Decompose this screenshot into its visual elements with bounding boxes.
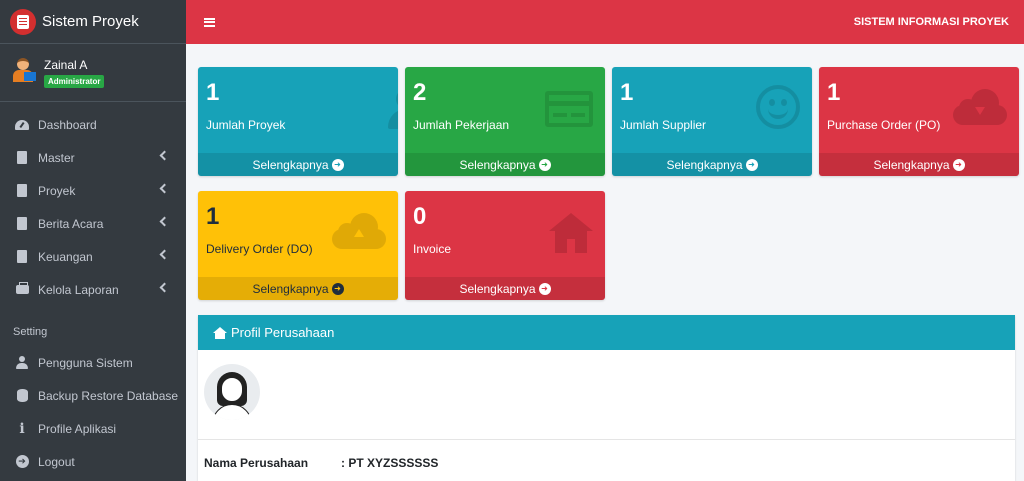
company-name-value: : PT XYZSSSSSS bbox=[341, 456, 439, 470]
sidebar-item-master[interactable]: Master bbox=[0, 141, 186, 174]
company-avatar bbox=[204, 364, 260, 420]
card-header: Profil Perusahaan bbox=[198, 315, 1015, 350]
box-value: 1 bbox=[827, 79, 841, 106]
arrow-circle-right-icon: ➜ bbox=[538, 282, 551, 295]
sidebar-item-label: Profile Aplikasi bbox=[38, 421, 117, 436]
sidebar-item-label: Dashboard bbox=[38, 117, 97, 132]
user-icon bbox=[15, 356, 29, 370]
box-label: Jumlah Pekerjaan bbox=[413, 118, 510, 132]
sidebar-item-berita-acara[interactable]: Berita Acara bbox=[0, 207, 186, 240]
arrow-circle-right-icon: ➜ bbox=[331, 282, 344, 295]
logout-icon: ➔ bbox=[15, 455, 29, 469]
box-jumlah-pekerjaan: 2 Jumlah Pekerjaan Selengkapnya ➜ bbox=[405, 67, 605, 176]
chevron-left-icon bbox=[159, 249, 170, 260]
card-title: Profil Perusahaan bbox=[231, 325, 335, 340]
more-link[interactable]: Selengkapnya ➜ bbox=[405, 153, 605, 176]
dashboard-icon bbox=[15, 118, 29, 132]
avatar bbox=[10, 56, 36, 82]
box-label: Delivery Order (DO) bbox=[206, 242, 313, 256]
sidebar-item-kelola-laporan[interactable]: Kelola Laporan bbox=[0, 273, 186, 306]
chevron-left-icon bbox=[159, 216, 170, 227]
smile-icon bbox=[756, 85, 800, 129]
more-label: Selengkapnya bbox=[873, 157, 950, 172]
arrow-circle-right-icon: ➜ bbox=[952, 158, 965, 171]
sidebar-item-logout[interactable]: ➔ Logout bbox=[0, 445, 186, 478]
box-label: Jumlah Supplier bbox=[620, 118, 707, 132]
brand-title: Sistem Proyek bbox=[42, 13, 139, 30]
box-label: Purchase Order (PO) bbox=[827, 118, 941, 132]
sidebar-nav: Dashboard Master Proyek Berita Acara Keu… bbox=[0, 102, 186, 306]
sidebar-item-label: Logout bbox=[38, 454, 75, 469]
sidebar: Sistem Proyek Zainal A Administrator Das… bbox=[0, 0, 186, 481]
box-jumlah-proyek: 1 Jumlah Proyek Selengkapnya ➜ bbox=[198, 67, 398, 176]
more-link[interactable]: Selengkapnya ➜ bbox=[198, 277, 398, 300]
divider bbox=[198, 439, 1015, 440]
credit-card-icon bbox=[545, 91, 593, 127]
box-jumlah-supplier: 1 Jumlah Supplier Selengkapnya ➜ bbox=[612, 67, 812, 176]
sidebar-item-proyek[interactable]: Proyek bbox=[0, 174, 186, 207]
sidebar-item-label: Keuangan bbox=[38, 249, 93, 264]
sidebar-item-label: Pengguna Sistem bbox=[38, 355, 133, 370]
user-panel: Zainal A Administrator bbox=[0, 44, 186, 102]
file-icon bbox=[15, 151, 29, 165]
chevron-left-icon bbox=[159, 183, 170, 194]
more-link[interactable]: Selengkapnya ➜ bbox=[405, 277, 605, 300]
file-icon bbox=[15, 217, 29, 231]
arrow-circle-right-icon: ➜ bbox=[331, 158, 344, 171]
sidebar-item-profile-aplikasi[interactable]: i Profile Aplikasi bbox=[0, 412, 186, 445]
box-label: Invoice bbox=[413, 242, 452, 256]
more-label: Selengkapnya bbox=[252, 157, 329, 172]
sidebar-item-backup-restore[interactable]: Backup Restore Database bbox=[0, 379, 186, 412]
sidebar-item-label: Kelola Laporan bbox=[38, 282, 119, 297]
brand[interactable]: Sistem Proyek bbox=[0, 0, 186, 44]
sidebar-setting-nav: Pengguna Sistem Backup Restore Database … bbox=[0, 346, 186, 478]
box-value: 1 bbox=[620, 79, 634, 106]
company-profile-card: Profil Perusahaan Nama Perusahaan : PT X… bbox=[198, 315, 1015, 481]
sidebar-item-pengguna-sistem[interactable]: Pengguna Sistem bbox=[0, 346, 186, 379]
home-icon bbox=[213, 326, 227, 339]
file-icon bbox=[15, 184, 29, 198]
company-name-label: Nama Perusahaan bbox=[204, 456, 309, 470]
chevron-left-icon bbox=[159, 282, 170, 293]
sidebar-item-label: Proyek bbox=[38, 183, 76, 198]
role-badge: Administrator bbox=[44, 75, 105, 88]
nav-header-setting: Setting bbox=[13, 326, 48, 338]
box-invoice: 0 Invoice Selengkapnya ➜ bbox=[405, 191, 605, 300]
more-label: Selengkapnya bbox=[459, 281, 536, 296]
app-title: SISTEM INFORMASI PROYEK bbox=[853, 16, 1009, 28]
print-icon bbox=[15, 282, 29, 297]
cloud-download-icon bbox=[953, 87, 1007, 127]
sidebar-item-keuangan[interactable]: Keuangan bbox=[0, 240, 186, 273]
info-icon: i bbox=[19, 420, 25, 437]
box-value: 1 bbox=[206, 79, 220, 106]
sidebar-item-dashboard[interactable]: Dashboard bbox=[0, 108, 186, 141]
sidebar-item-label: Master bbox=[38, 150, 75, 165]
sidebar-item-label: Berita Acara bbox=[38, 216, 104, 231]
more-label: Selengkapnya bbox=[666, 157, 743, 172]
sidebar-item-label: Backup Restore Database bbox=[38, 388, 179, 403]
more-link[interactable]: Selengkapnya ➜ bbox=[612, 153, 812, 176]
chevron-left-icon bbox=[159, 150, 170, 161]
arrow-circle-right-icon: ➜ bbox=[538, 158, 551, 171]
more-label: Selengkapnya bbox=[459, 157, 536, 172]
box-delivery-order: 1 Delivery Order (DO) Selengkapnya ➜ bbox=[198, 191, 398, 300]
brand-logo-icon bbox=[10, 8, 36, 35]
home-icon bbox=[549, 213, 593, 255]
user-name[interactable]: Zainal A bbox=[44, 58, 104, 72]
more-label: Selengkapnya bbox=[252, 281, 329, 296]
topbar: SISTEM INFORMASI PROYEK bbox=[186, 0, 1024, 44]
box-purchase-order: 1 Purchase Order (PO) Selengkapnya ➜ bbox=[819, 67, 1019, 176]
database-icon bbox=[15, 389, 29, 403]
arrow-circle-right-icon: ➜ bbox=[745, 158, 758, 171]
box-value: 2 bbox=[413, 79, 427, 106]
file-icon bbox=[15, 250, 29, 264]
menu-toggle-icon[interactable] bbox=[204, 17, 215, 27]
box-label: Jumlah Proyek bbox=[206, 118, 286, 132]
more-link[interactable]: Selengkapnya ➜ bbox=[198, 153, 398, 176]
more-link[interactable]: Selengkapnya ➜ bbox=[819, 153, 1019, 176]
box-value: 1 bbox=[206, 203, 220, 230]
cloud-upload-icon bbox=[332, 211, 386, 251]
box-value: 0 bbox=[413, 203, 427, 230]
